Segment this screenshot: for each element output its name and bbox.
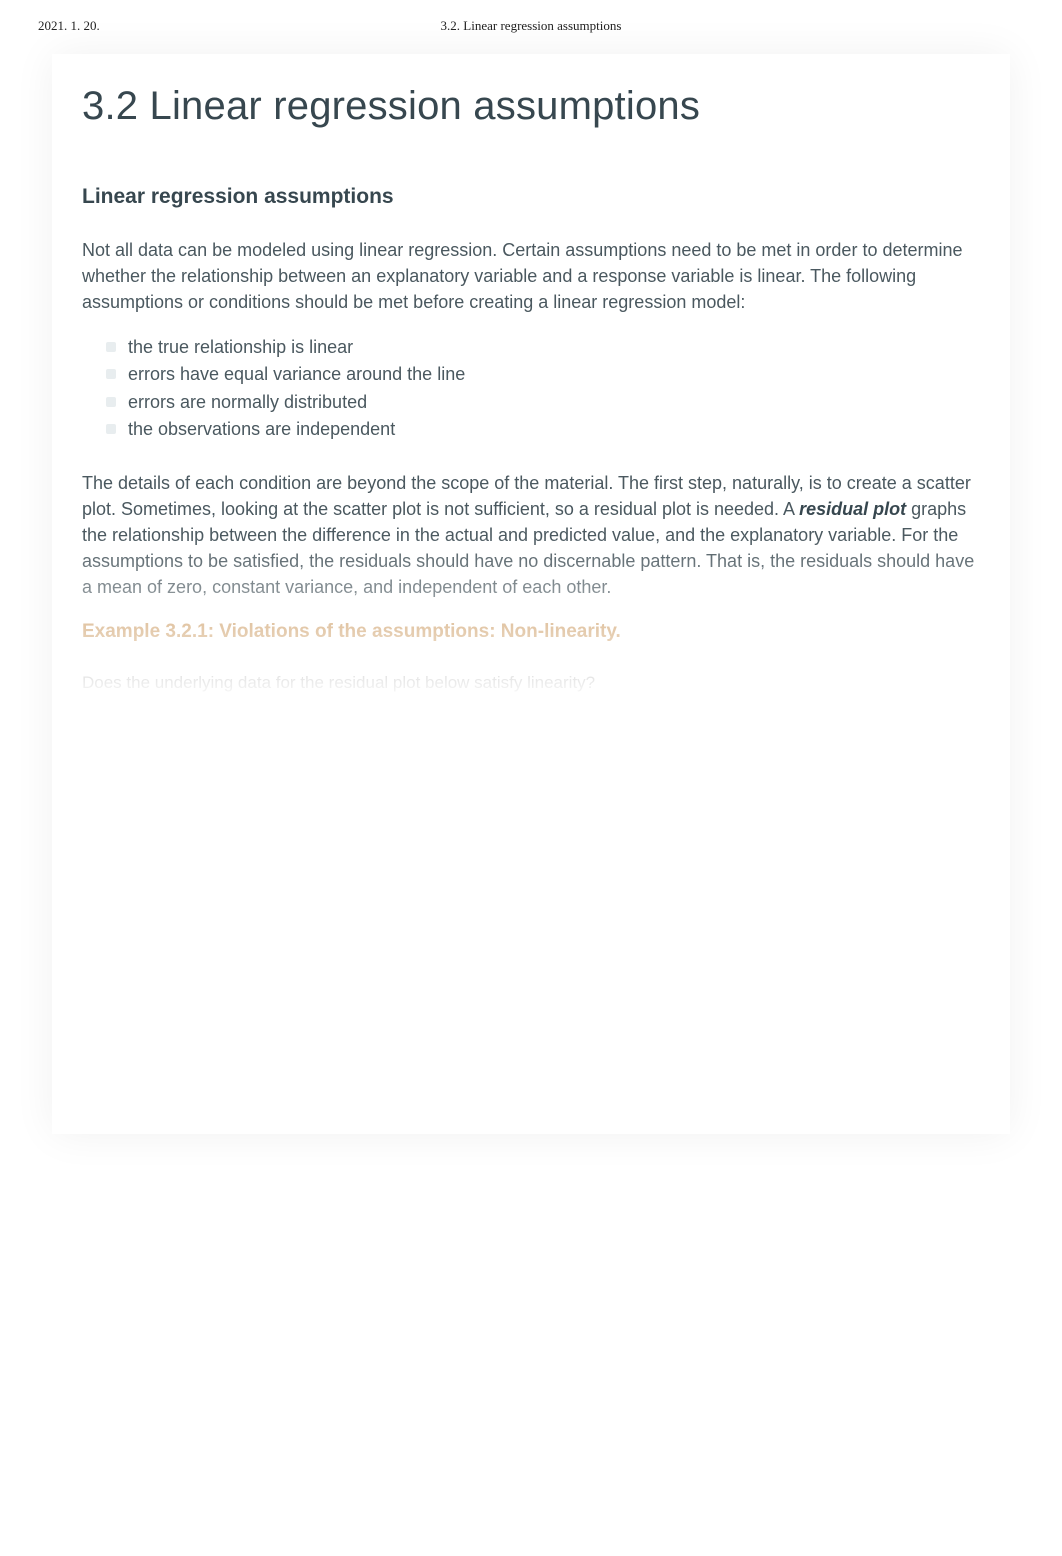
example-title: Example 3.2.1: Violations of the assumpt… (82, 621, 980, 643)
list-item: errors are normally distributed (106, 390, 980, 415)
example-block: Example 3.2.1: Violations of the assumpt… (82, 621, 980, 693)
header-date: 2021. 1. 20. (38, 18, 100, 34)
content-card: 3.2 Linear regression assumptions Linear… (52, 54, 1010, 1134)
header-title: 3.2. Linear regression assumptions (441, 18, 622, 34)
list-item: the observations are independent (106, 417, 980, 442)
page-title: 3.2 Linear regression assumptions (82, 84, 980, 129)
page-print-header: 2021. 1. 20. 3.2. Linear regression assu… (0, 0, 1062, 34)
example-prompt: Does the underlying data for the residua… (82, 673, 980, 693)
section-heading: Linear regression assumptions (82, 185, 980, 209)
details-paragraph: The details of each condition are beyond… (82, 470, 980, 600)
term-residual-plot: residual plot (799, 499, 906, 519)
list-item: errors have equal variance around the li… (106, 362, 980, 387)
intro-paragraph: Not all data can be modeled using linear… (82, 237, 980, 315)
list-item: the true relationship is linear (106, 335, 980, 360)
assumptions-list: the true relationship is linear errors h… (106, 335, 980, 442)
